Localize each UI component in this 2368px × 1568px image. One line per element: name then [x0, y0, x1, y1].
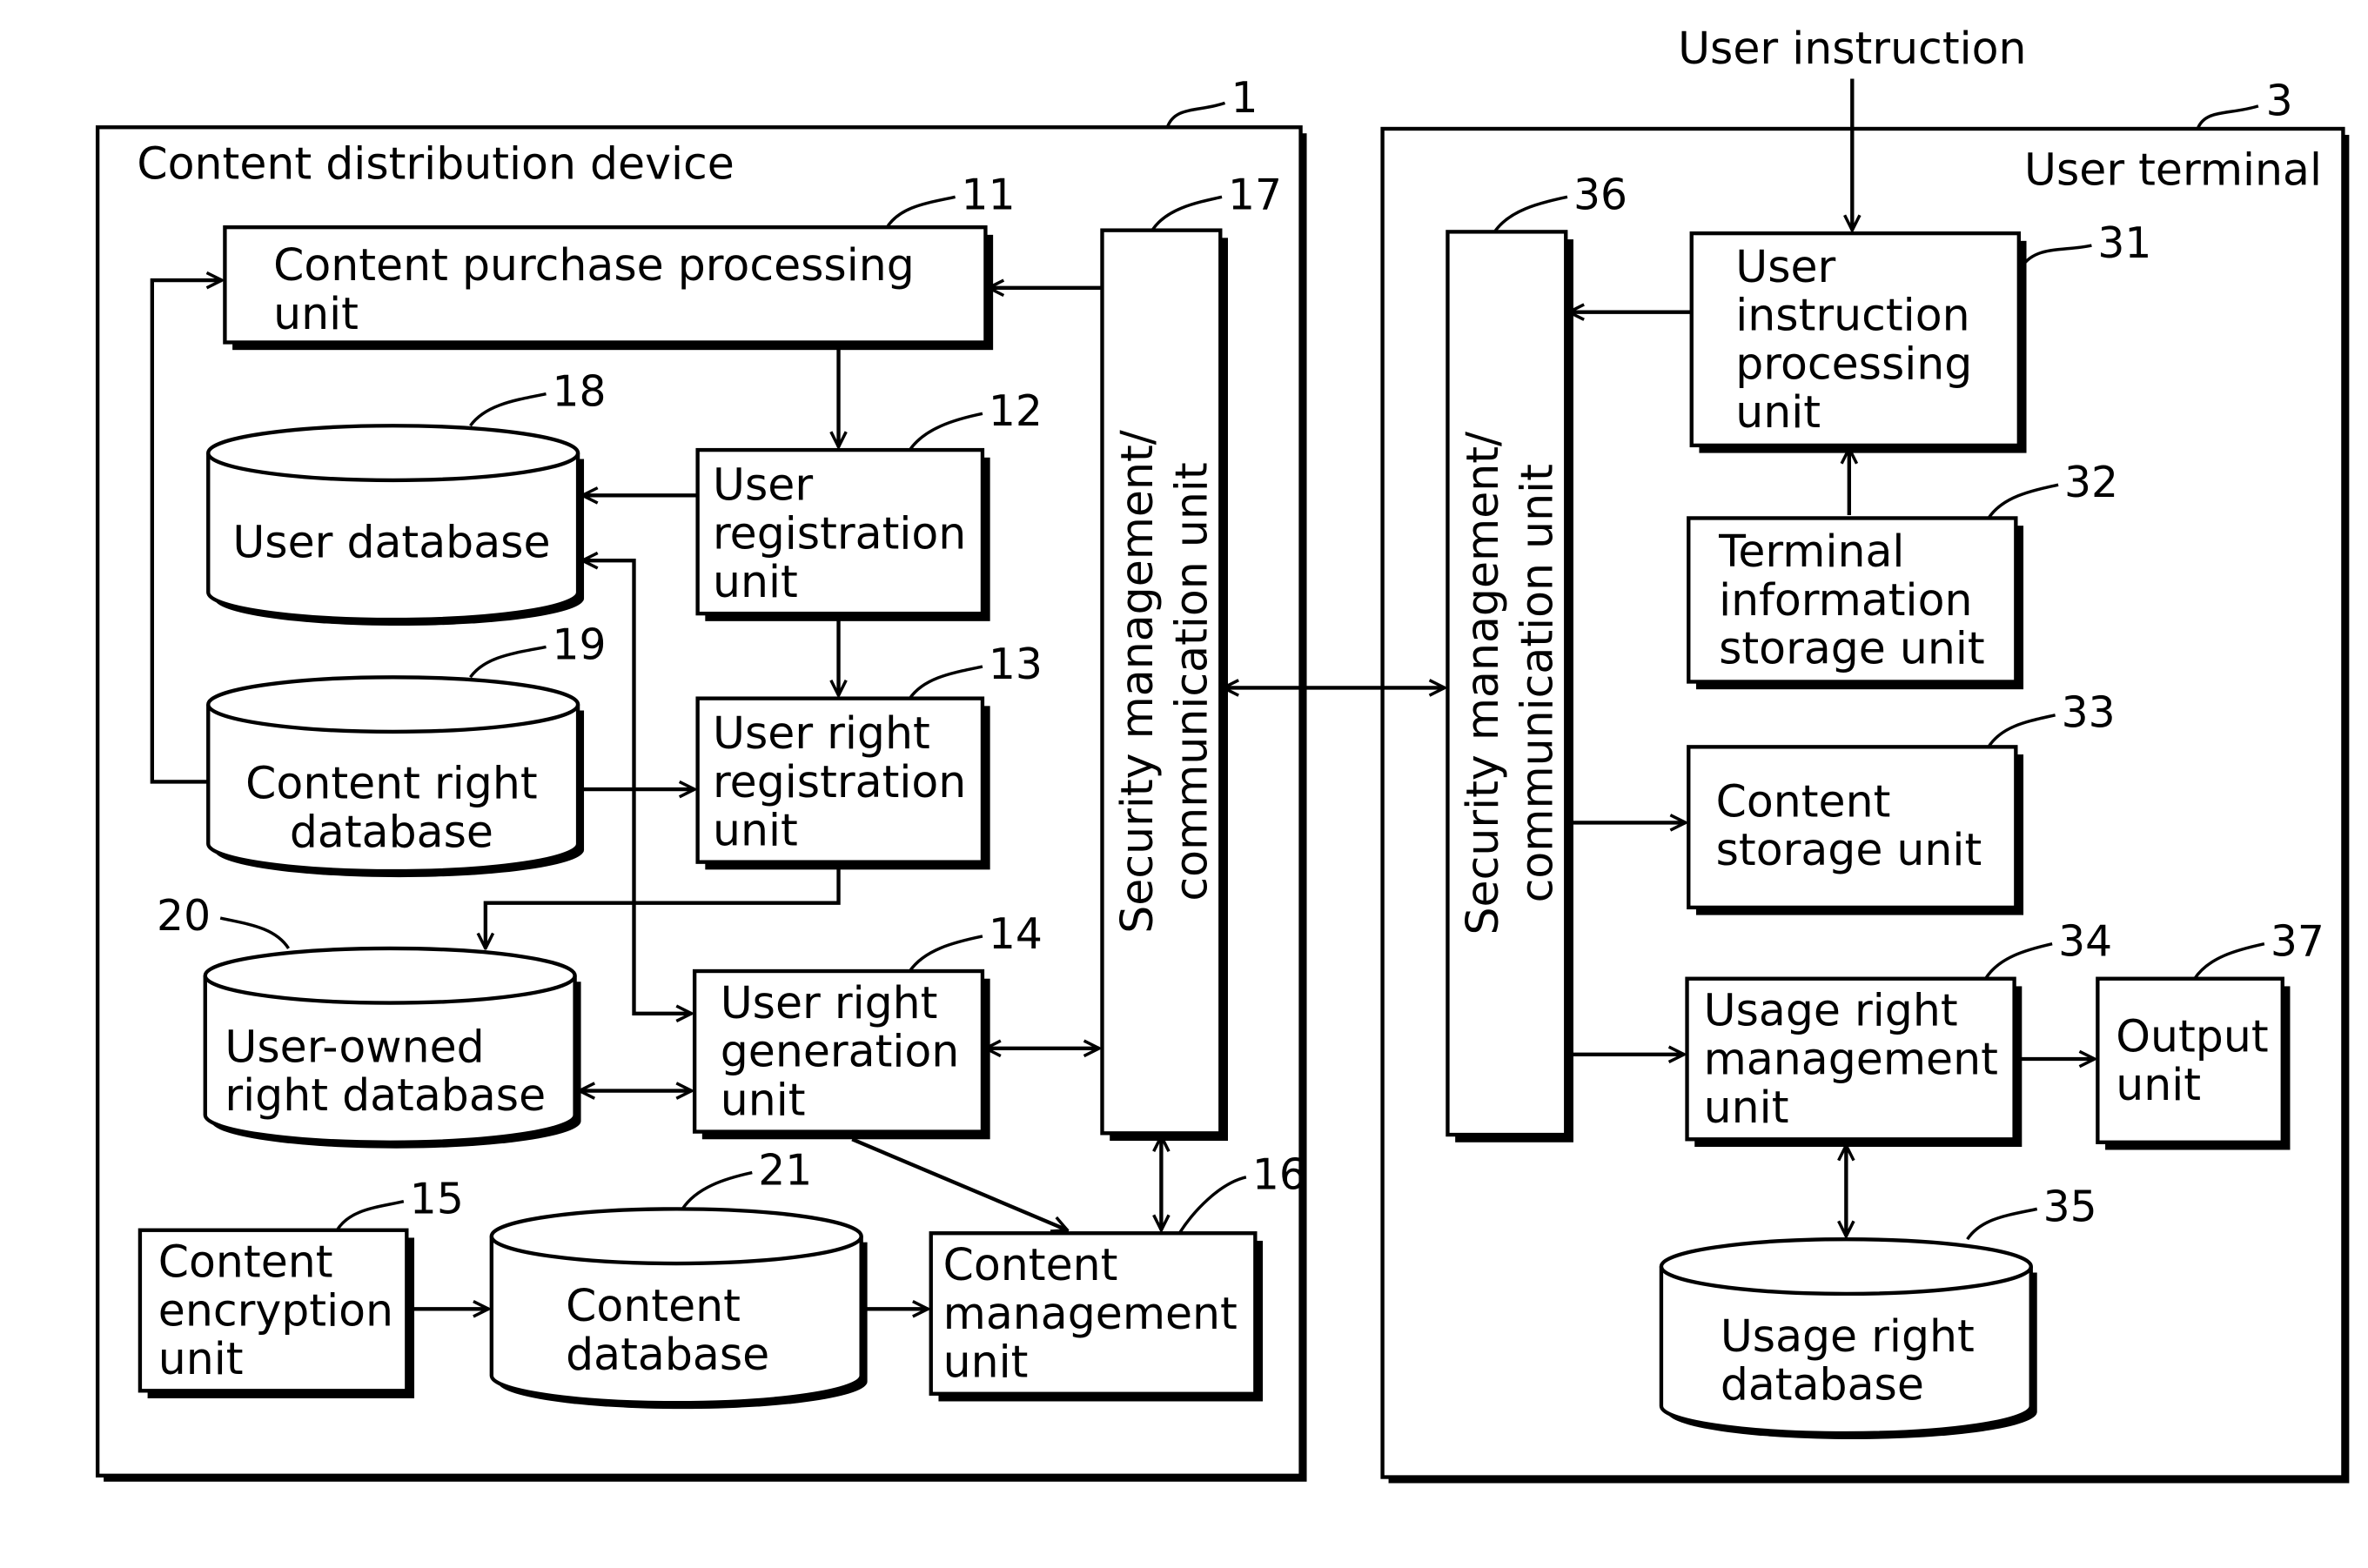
ref-number: 11 [962, 171, 1016, 219]
unit-label-line: management [943, 1288, 1238, 1339]
unit-label-line: encryption [158, 1284, 393, 1336]
ref-number: 17 [1228, 171, 1282, 219]
user-instruction-label: User instruction [1678, 23, 2026, 74]
unit-label-line: right database [225, 1069, 546, 1121]
ref-number: 12 [989, 387, 1043, 436]
unit-label-line: Content [158, 1236, 333, 1288]
unit-label-line: storage unit [1716, 824, 1982, 875]
ref-number: 35 [2043, 1183, 2097, 1231]
unit-label-line: database [290, 806, 493, 857]
unit-label-line: registration [713, 507, 966, 559]
unit-label-line: Security management/ [1111, 429, 1163, 934]
ref-number: 13 [989, 640, 1043, 689]
unit-label-line: Content right [245, 758, 537, 809]
ref-number: 3 [2266, 77, 2293, 125]
unit-label-line: Content [1716, 775, 1891, 827]
unit-label-line: processing [1735, 338, 1972, 389]
unit-label-line: unit [1704, 1082, 1789, 1133]
unit-label-line: User database [232, 517, 550, 568]
unit-label-line: unit [1735, 386, 1821, 438]
device-title: Content distribution device [137, 137, 734, 189]
ref-number: 1 [1231, 74, 1258, 123]
unit-label-line: User-owned [225, 1021, 484, 1072]
unit-label: User database [232, 517, 550, 568]
unit-label-line: communication unit [1166, 462, 1218, 901]
block-diagram: Content distribution device 1 User termi… [95, 23, 2350, 1484]
ref-number: 33 [2062, 689, 2116, 738]
unit-label-line: User [1735, 241, 1835, 292]
ref-number: 16 [1252, 1151, 1306, 1200]
unit-label-line: database [1721, 1359, 1924, 1411]
ref-number: 18 [552, 368, 606, 417]
unit-label-line: Usage right [1721, 1310, 1975, 1362]
unit-label-line: Security management/ [1457, 431, 1508, 935]
ref-number: 14 [989, 910, 1043, 959]
unit-label-line: unit [273, 288, 359, 339]
unit-label-line: registration [713, 756, 966, 807]
device-title: User terminal [2024, 144, 2322, 195]
unit-label-line: generation [721, 1026, 960, 1077]
unit-label-line: Terminal [1718, 526, 1904, 577]
ref-number: 37 [2271, 918, 2324, 967]
unit-label-line: database [566, 1329, 769, 1380]
unit-label-line: unit [943, 1337, 1029, 1388]
unit-label-line: User right [713, 707, 930, 759]
unit-label-line: Content [566, 1280, 741, 1331]
unit-label-line: instruction [1735, 290, 1969, 341]
ref-number: 20 [157, 892, 211, 941]
ref-number: 34 [2058, 918, 2112, 967]
unit-label-line: User right [721, 977, 938, 1029]
unit-label: Content database [566, 1280, 769, 1380]
ref-number: 21 [758, 1147, 812, 1196]
unit-label-line: communication unit [1512, 464, 1563, 902]
ref-number: 15 [410, 1176, 464, 1224]
unit-label-line: storage unit [1719, 623, 1985, 674]
unit-label-line: Content purchase processing [273, 239, 915, 291]
unit-label-line: unit [713, 805, 798, 856]
ref-number: 32 [2064, 459, 2118, 507]
ref-number: 31 [2097, 219, 2151, 268]
unit-label-line: unit [158, 1333, 244, 1384]
unit-label-line: unit [2116, 1059, 2201, 1110]
unit-label-line: Content [943, 1239, 1118, 1290]
ref-number: 19 [552, 620, 606, 669]
unit-label-line: User [713, 459, 813, 511]
unit-label-line: information [1719, 574, 1972, 626]
ref-number: 36 [1573, 171, 1627, 219]
unit-label-line: management [1704, 1033, 1998, 1084]
unit-label-line: unit [713, 556, 798, 607]
unit-label-line: Usage right [1704, 985, 1958, 1036]
unit-label-line: unit [721, 1074, 806, 1125]
unit-label-line: Output [2116, 1010, 2268, 1062]
